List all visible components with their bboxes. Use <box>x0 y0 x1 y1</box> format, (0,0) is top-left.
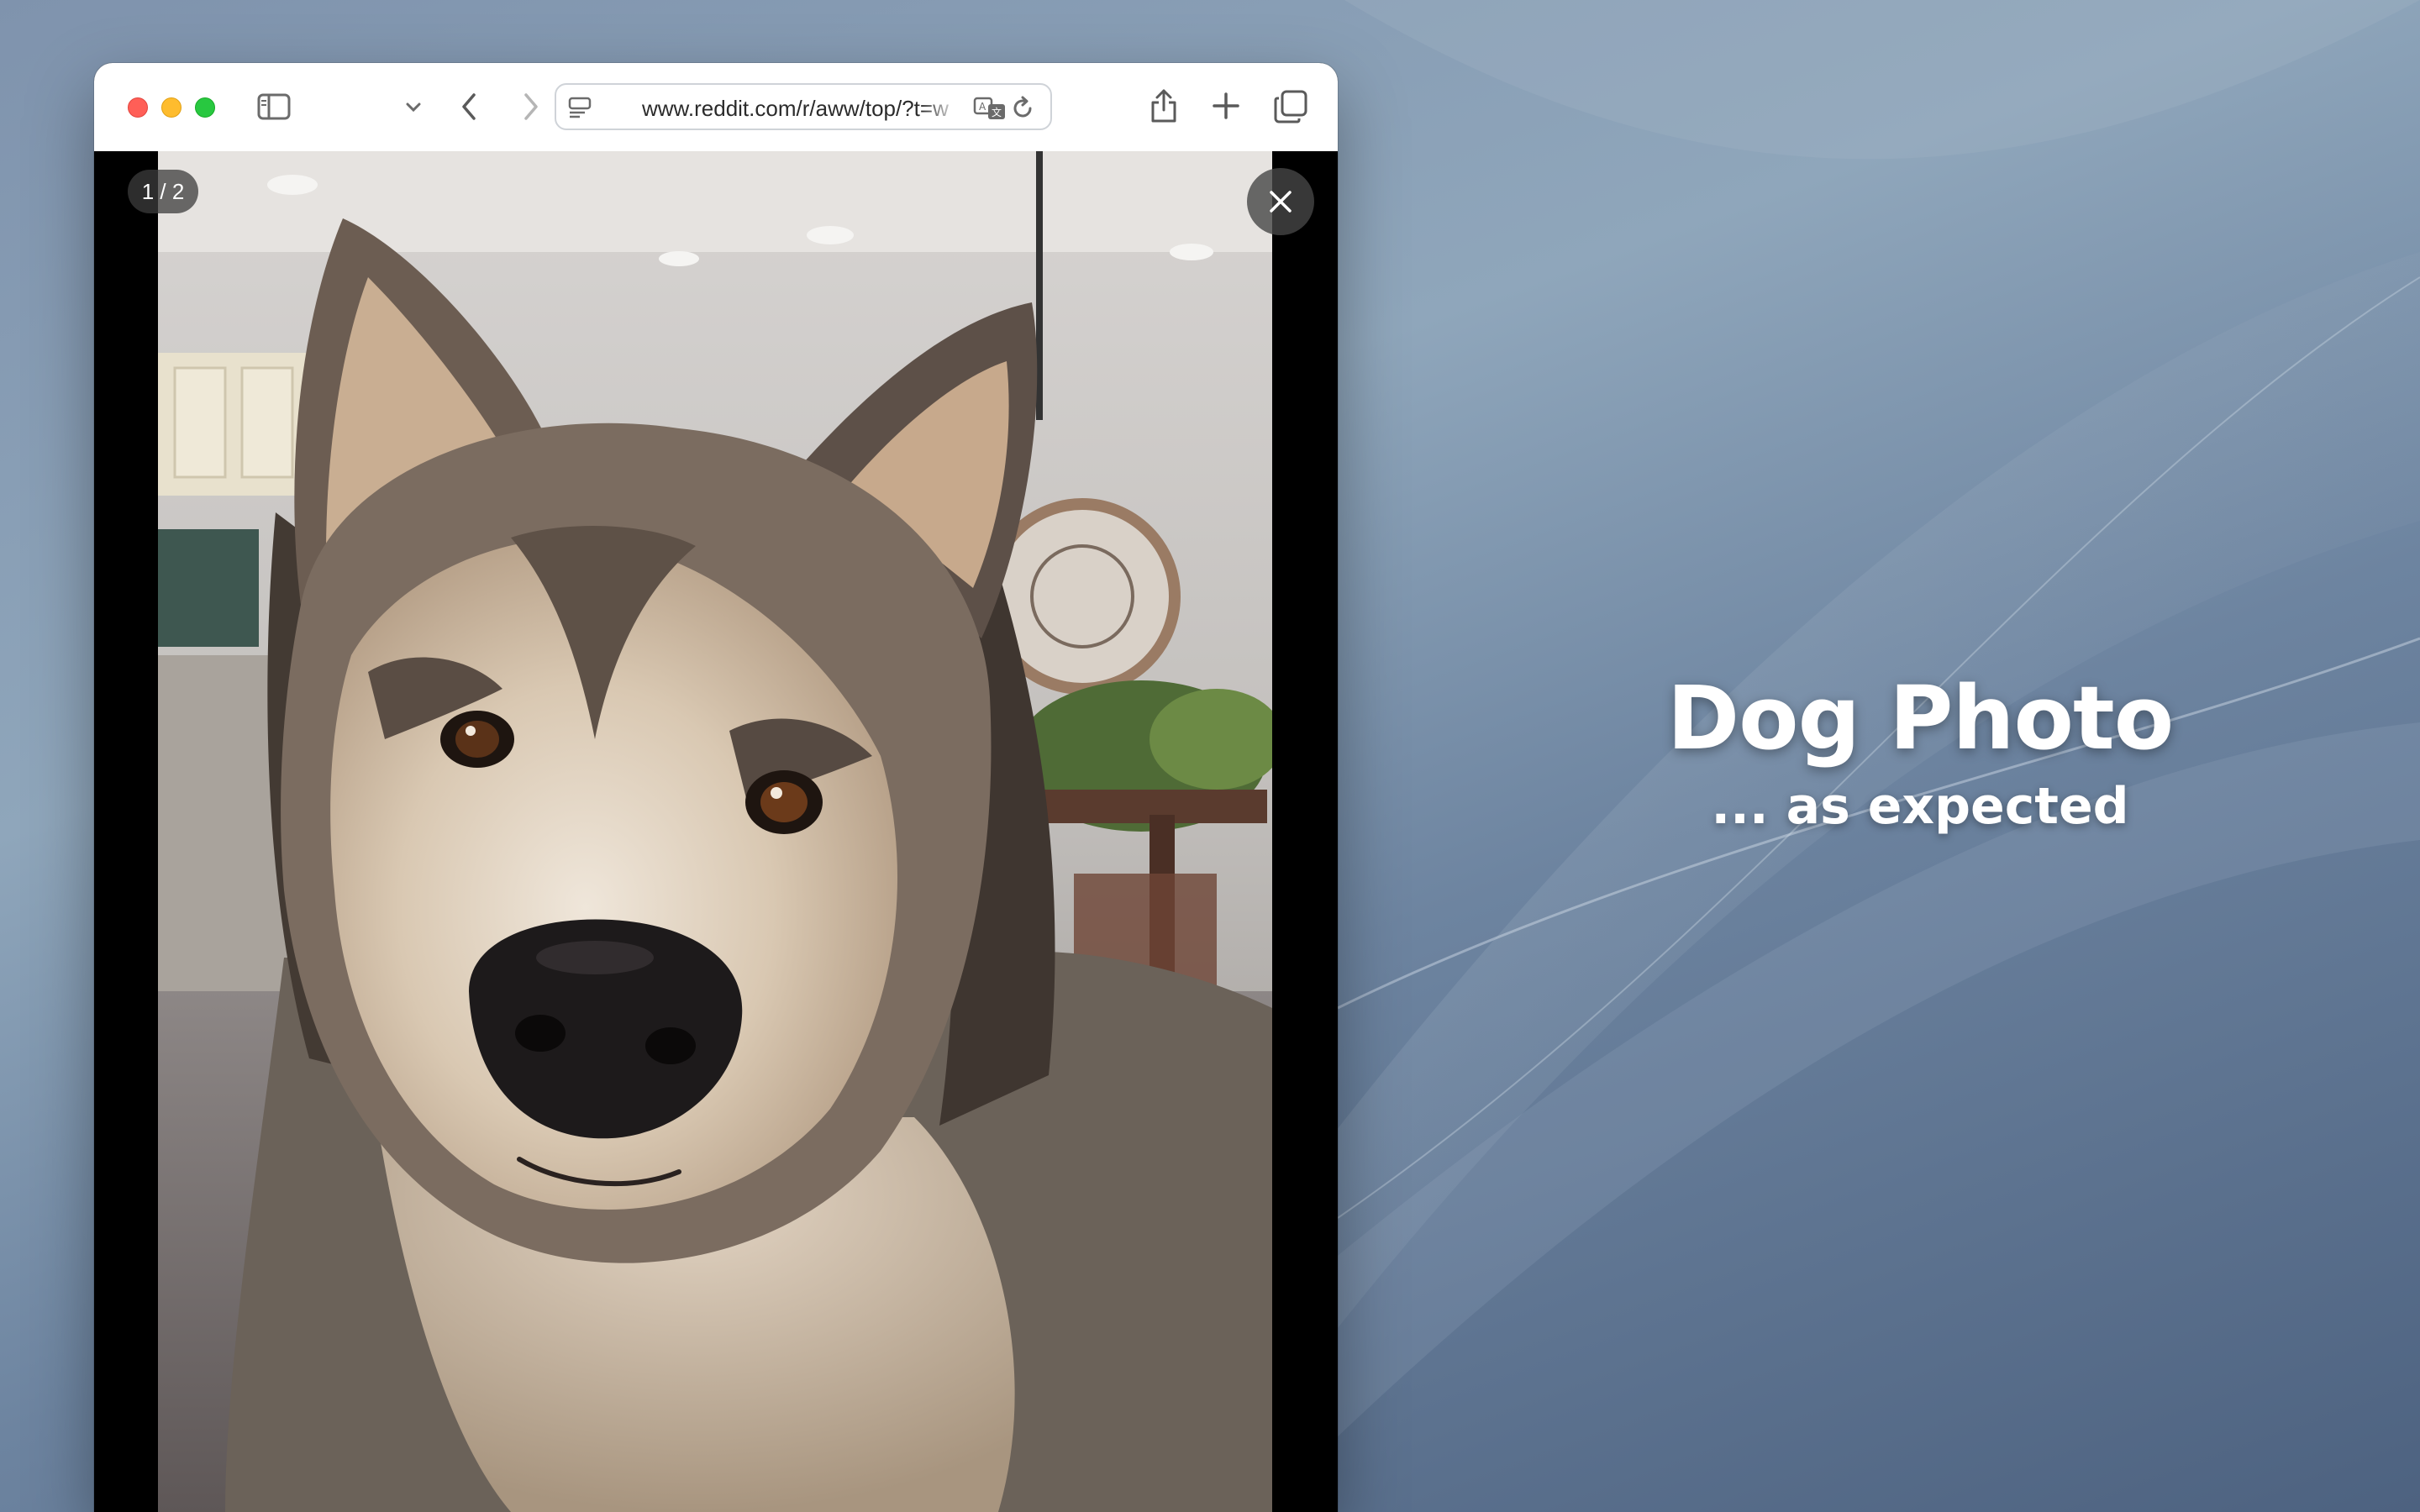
svg-text:文: 文 <box>992 106 1002 118</box>
close-window-button[interactable] <box>128 97 148 118</box>
caption-title: Dog Photo <box>1666 667 2174 769</box>
reload-icon[interactable] <box>1010 96 1035 121</box>
caption-subtitle: ... as expected <box>1711 777 2129 836</box>
minimize-window-button[interactable] <box>161 97 182 118</box>
browser-toolbar: www.reddit.com/r/aww/top/?t=w A文 <box>94 63 1338 152</box>
translate-icon[interactable]: A文 <box>973 96 1007 121</box>
reader-icon[interactable] <box>568 97 592 118</box>
url-text: www.reddit.com/r/aww/top/?t=w <box>642 96 949 121</box>
image-viewer: 1 / 2 <box>94 151 1338 1512</box>
plus-icon[interactable] <box>1212 92 1240 120</box>
dog-photo[interactable] <box>158 151 1272 1512</box>
svg-text:A: A <box>979 101 986 113</box>
chevron-right-icon[interactable] <box>521 92 541 122</box>
image-counter: 1 / 2 <box>128 170 198 213</box>
zoom-window-button[interactable] <box>195 97 215 118</box>
share-icon[interactable] <box>1150 88 1178 123</box>
close-icon <box>1270 191 1292 213</box>
promo-caption: Dog Photo ... as expected <box>1479 664 2361 840</box>
chevron-down-icon[interactable] <box>405 102 422 113</box>
chevron-left-icon[interactable] <box>459 92 479 122</box>
tab-overview-icon[interactable] <box>1274 90 1307 123</box>
close-viewer-button[interactable] <box>1247 168 1314 235</box>
sidebar-icon[interactable] <box>257 93 291 120</box>
address-bar[interactable]: www.reddit.com/r/aww/top/?t=w A文 <box>555 83 1052 130</box>
browser-window: www.reddit.com/r/aww/top/?t=w A文 1 / 2 <box>94 63 1338 1512</box>
